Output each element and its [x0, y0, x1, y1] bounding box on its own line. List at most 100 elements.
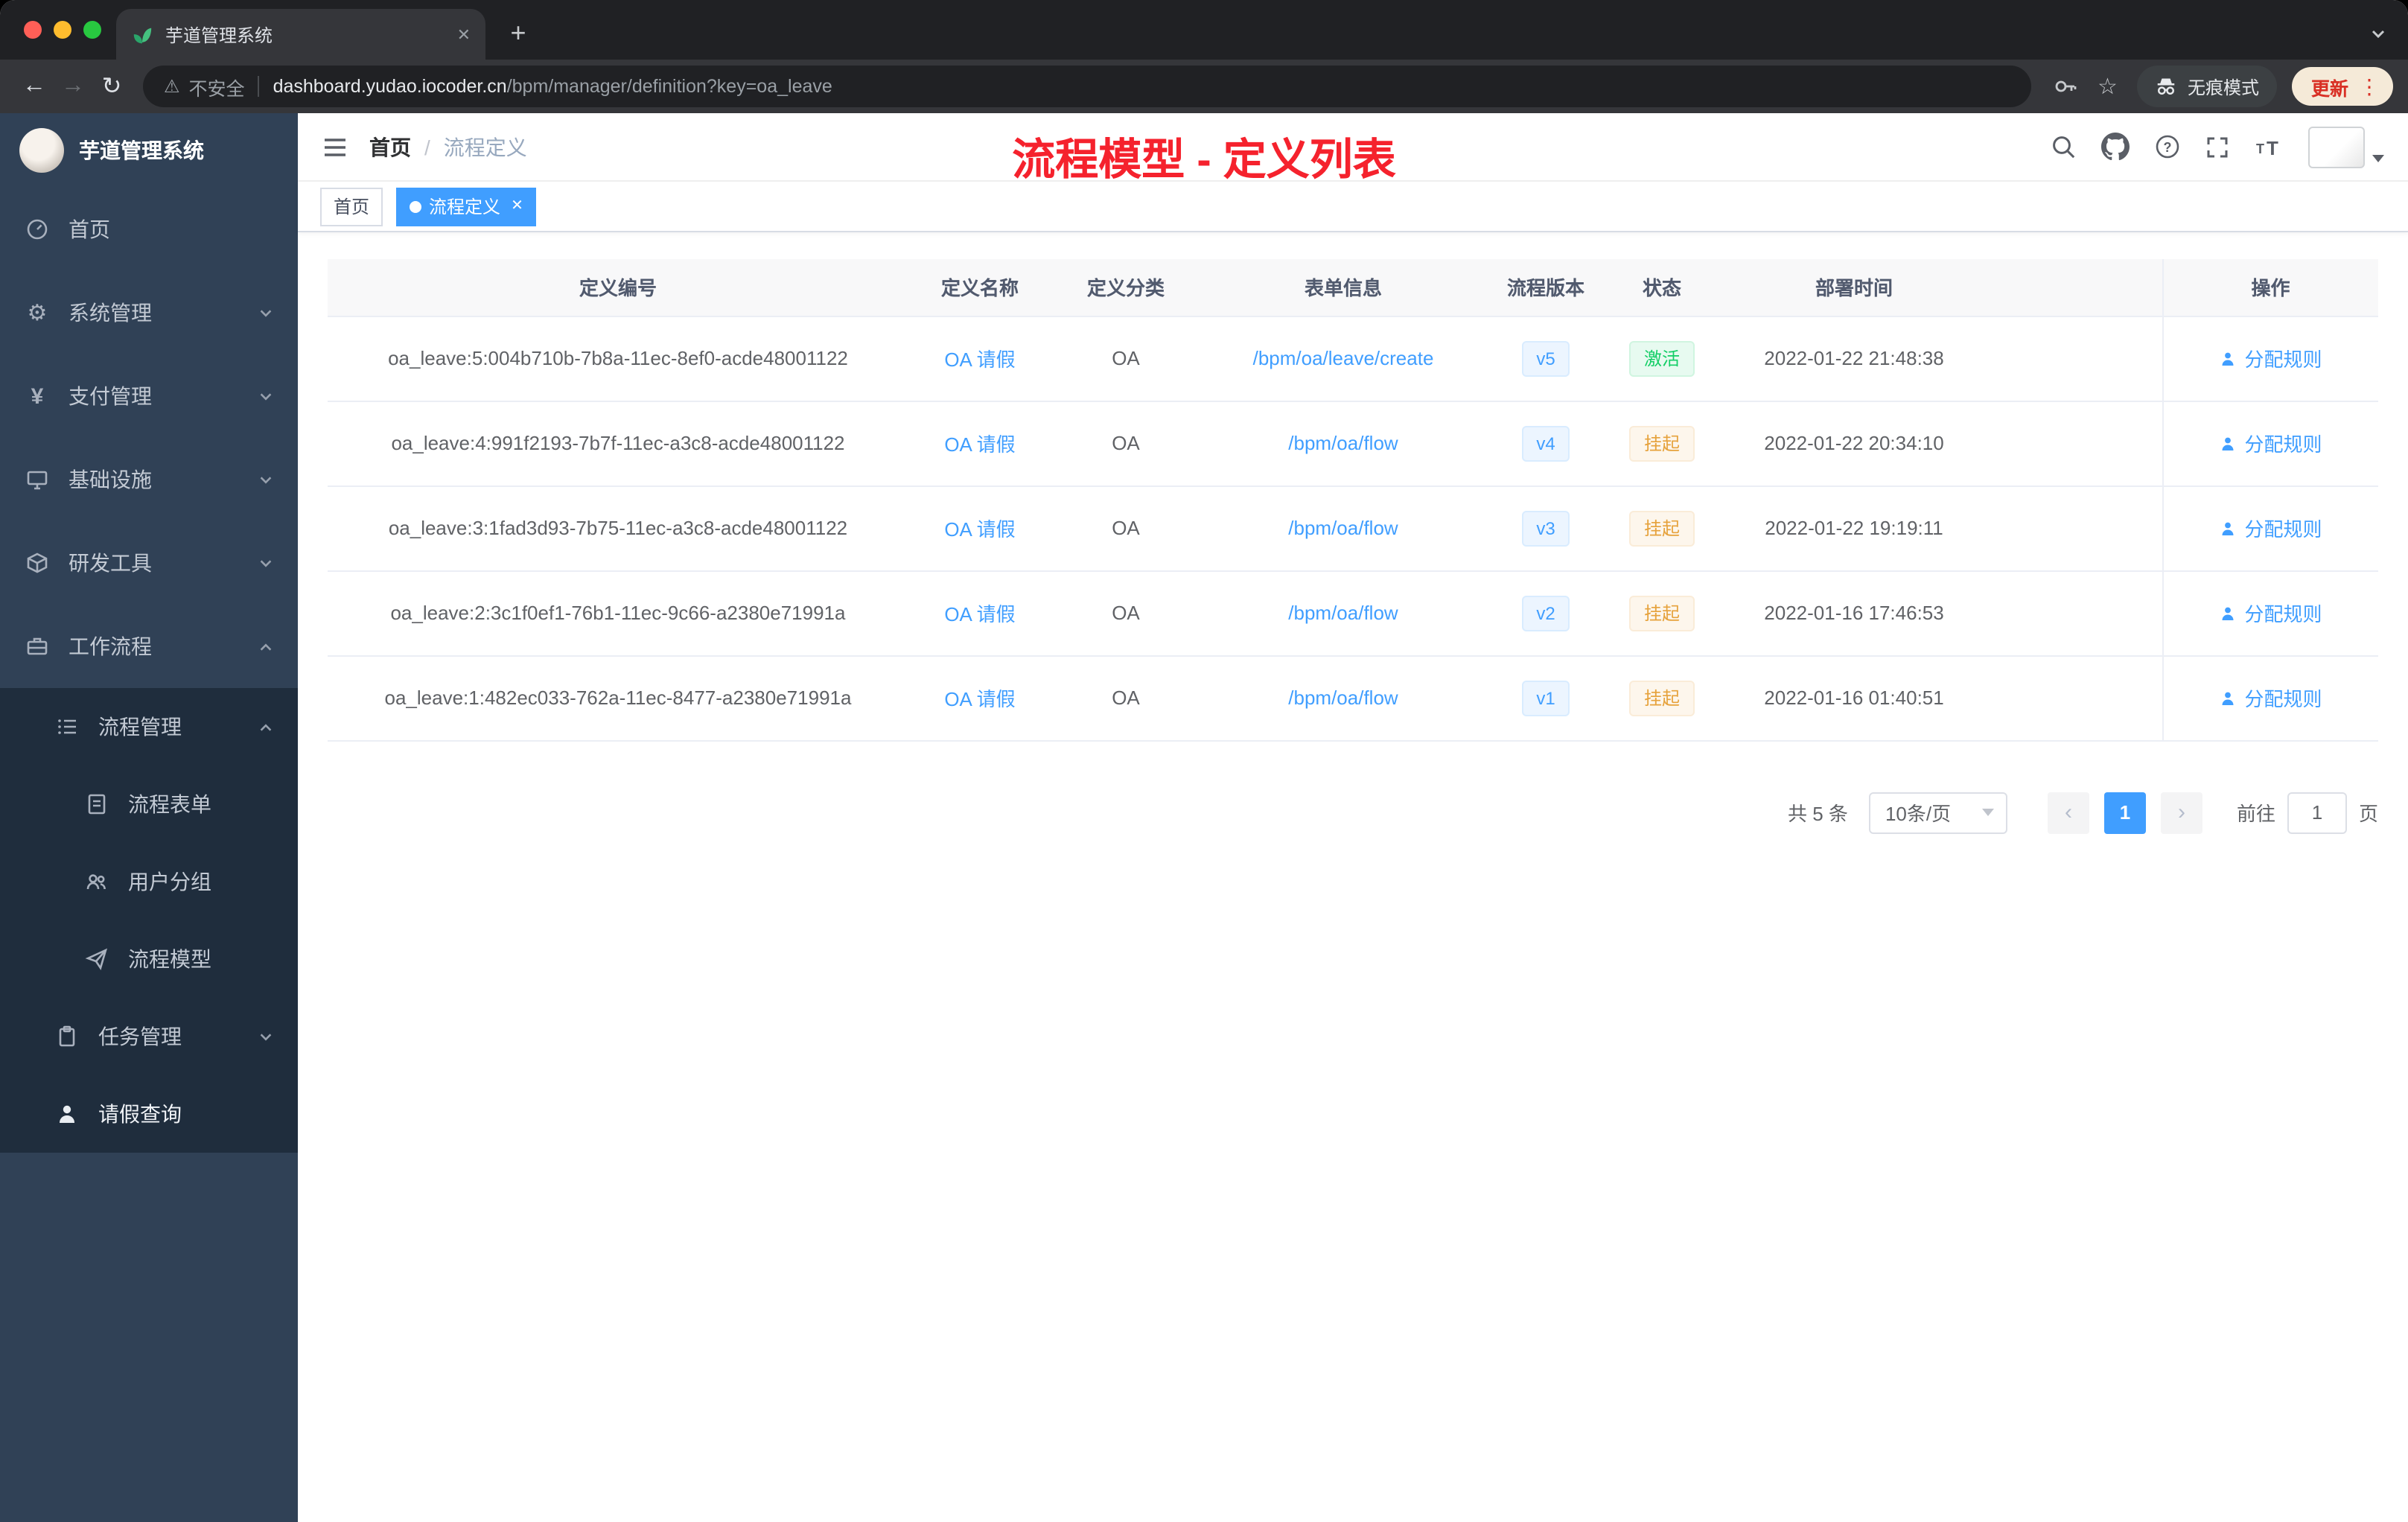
version-badge: v2: [1521, 595, 1570, 631]
prev-page-button[interactable]: ‹: [2047, 792, 2089, 833]
tag-home[interactable]: 首页: [320, 187, 383, 226]
assign-rule-link[interactable]: 分配规则: [2219, 344, 2322, 372]
sidebar-item-payment[interactable]: ¥ 支付管理: [0, 354, 298, 438]
not-secure-label[interactable]: 不安全: [189, 72, 245, 101]
tab-search-chevron-icon[interactable]: [2369, 25, 2387, 43]
col-header-form: 表单信息: [1200, 259, 1486, 316]
sidebar-item-process-model[interactable]: 流程模型: [0, 920, 298, 998]
cell-definition-id: oa_leave:5:004b710b-7b8a-11ec-8ef0-acde4…: [328, 316, 908, 401]
cube-icon: [24, 551, 51, 575]
definition-name-link[interactable]: OA 请假: [944, 603, 1015, 625]
not-secure-warning-icon: ⚠: [164, 76, 180, 97]
help-icon[interactable]: ?: [2155, 134, 2180, 159]
back-button[interactable]: ←: [15, 67, 54, 106]
chevron-up-icon: [258, 719, 274, 735]
col-header-id: 定义编号: [328, 259, 908, 316]
new-tab-button[interactable]: +: [497, 12, 539, 54]
tab-close-icon[interactable]: ✕: [457, 25, 471, 44]
sidebar-item-process-form[interactable]: 流程表单: [0, 765, 298, 843]
logo-title: 芋道管理系统: [79, 138, 204, 162]
password-key-icon[interactable]: [2053, 74, 2077, 98]
form-link[interactable]: /bpm/oa/leave/create: [1253, 347, 1434, 369]
table-header-row: 定义编号 定义名称 定义分类 表单信息 流程版本 状态 部署时间 操作: [328, 259, 2378, 316]
sidebar-item-process-management[interactable]: 流程管理: [0, 688, 298, 765]
chevron-down-icon: [258, 471, 274, 488]
page-number-button[interactable]: 1: [2103, 792, 2146, 833]
sidebar-item-workflow[interactable]: 工作流程: [0, 605, 298, 688]
fullscreen-icon[interactable]: [2205, 135, 2229, 159]
github-icon[interactable]: [2101, 133, 2130, 161]
tag-process-definition[interactable]: 流程定义 ✕: [396, 187, 537, 226]
goto-page-input[interactable]: [2287, 792, 2347, 833]
sidebar-item-system[interactable]: ⚙ 系统管理: [0, 271, 298, 354]
address-bar[interactable]: ⚠ 不安全 dashboard.yudao.iocoder.cn /bpm/ma…: [143, 66, 2031, 107]
form-link[interactable]: /bpm/oa/flow: [1288, 602, 1398, 624]
chrome-update-button[interactable]: 更新 ⋮: [2291, 67, 2393, 106]
monitor-icon: [24, 468, 51, 491]
logo-avatar: [19, 128, 64, 173]
document-icon: [83, 792, 110, 816]
chevron-up-icon: [258, 638, 274, 655]
briefcase-icon: [24, 634, 51, 658]
search-icon[interactable]: [2051, 134, 2076, 159]
user-avatar[interactable]: [2308, 126, 2384, 168]
bookmark-star-icon[interactable]: ☆: [2098, 75, 2118, 98]
col-header-version: 流程版本: [1486, 259, 1605, 316]
cell-definition-id: oa_leave:4:991f2193-7b7f-11ec-a3c8-acde4…: [328, 401, 908, 486]
definition-name-link[interactable]: OA 请假: [944, 688, 1015, 710]
cell-spacer: [1990, 485, 2162, 571]
incognito-icon: [2157, 77, 2175, 95]
browser-window: 芋道管理系统 ✕ + ← → ↻ ⚠ 不安全 dashboard.yudao.i…: [0, 0, 2408, 1522]
tag-label: 首页: [334, 197, 370, 217]
menu-dots-icon[interactable]: ⋮: [2359, 74, 2380, 99]
pagination: 共 5 条 10条/页 ‹ 1 › 前往 页: [328, 792, 2378, 833]
sidebar-item-leave-query[interactable]: 请假查询: [0, 1075, 298, 1153]
assign-rule-link[interactable]: 分配规则: [2219, 684, 2322, 712]
assign-rule-link[interactable]: 分配规则: [2219, 429, 2322, 457]
assign-rule-link[interactable]: 分配规则: [2219, 514, 2322, 542]
forward-button[interactable]: →: [54, 67, 92, 106]
definition-name-link[interactable]: OA 请假: [944, 433, 1015, 456]
sidebar-item-dev-tools[interactable]: 研发工具: [0, 521, 298, 605]
next-page-button[interactable]: ›: [2160, 792, 2202, 833]
close-window-button[interactable]: [24, 21, 42, 39]
form-link[interactable]: /bpm/oa/flow: [1288, 517, 1398, 539]
sidebar-item-user-group[interactable]: 用户分组: [0, 843, 298, 920]
table-row: oa_leave:3:1fad3d93-7b75-11ec-a3c8-acde4…: [328, 485, 2378, 571]
minimize-window-button[interactable]: [54, 21, 71, 39]
page-size-select[interactable]: 10条/页: [1868, 792, 2007, 833]
svg-text:T: T: [2256, 141, 2264, 156]
col-header-spacer: [1990, 259, 2162, 316]
version-badge: v5: [1521, 340, 1570, 376]
form-link[interactable]: /bpm/oa/flow: [1288, 687, 1398, 709]
sidebar-item-task-management[interactable]: 任务管理: [0, 998, 298, 1075]
active-tag-dot: [410, 200, 422, 212]
sidebar-collapse-icon[interactable]: [322, 133, 348, 160]
breadcrumb-home[interactable]: 首页: [369, 132, 411, 162]
browser-tab[interactable]: 芋道管理系统 ✕: [116, 9, 485, 60]
sidebar-item-label: 流程模型: [128, 947, 211, 971]
sidebar-item-label: 基础设施: [69, 468, 152, 491]
definition-name-link[interactable]: OA 请假: [944, 348, 1015, 371]
col-header-action: 操作: [2162, 259, 2378, 316]
table-row: oa_leave:1:482ec033-762a-11ec-8477-a2380…: [328, 655, 2378, 741]
status-badge: 挂起: [1628, 595, 1695, 631]
zoom-window-button[interactable]: [83, 21, 101, 39]
page-annotation-title: 流程模型 - 定义列表: [1012, 137, 1396, 185]
paper-plane-icon: [83, 947, 110, 971]
sidebar-item-home[interactable]: 首页: [0, 188, 298, 271]
sidebar-item-infrastructure[interactable]: 基础设施: [0, 438, 298, 521]
table-row: oa_leave:2:3c1f0ef1-76b1-11ec-9c66-a2380…: [328, 570, 2378, 656]
person-icon: [2222, 436, 2234, 450]
select-caret-icon: [1981, 809, 1994, 816]
definition-table: 定义编号 定义名称 定义分类 表单信息 流程版本 状态 部署时间 操作 oa_l…: [328, 259, 2378, 741]
reload-button[interactable]: ↻: [92, 67, 131, 106]
definition-name-link[interactable]: OA 请假: [944, 518, 1015, 541]
omnibox-divider: [258, 76, 260, 97]
font-size-icon[interactable]: T T: [2255, 134, 2283, 159]
tag-close-icon[interactable]: ✕: [511, 198, 523, 214]
form-link[interactable]: /bpm/oa/flow: [1288, 432, 1398, 454]
assign-rule-link[interactable]: 分配规则: [2219, 599, 2322, 627]
sidebar-item-label: 研发工具: [69, 551, 152, 575]
sidebar-item-label: 用户分组: [128, 870, 211, 894]
